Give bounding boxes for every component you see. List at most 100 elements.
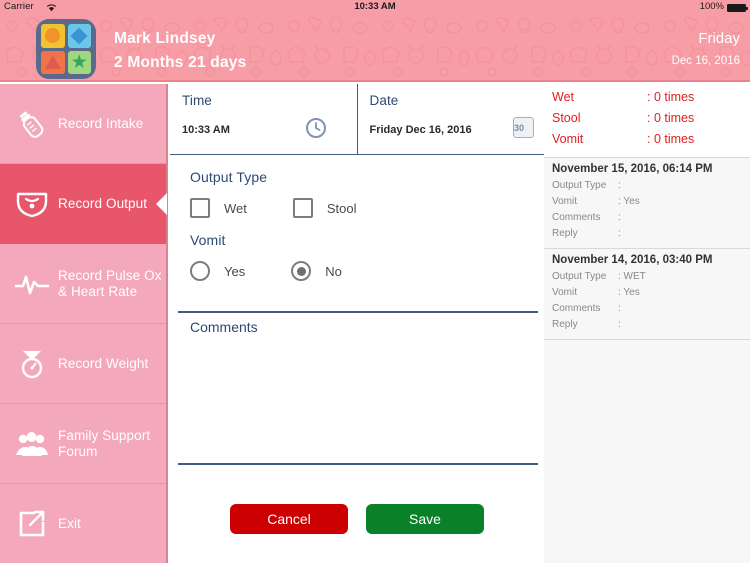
summary-value: : 0 times [647, 111, 695, 125]
history-field-value: : [618, 212, 621, 223]
output-type-label: Output Type [190, 169, 268, 185]
history-field-value: : [618, 180, 621, 191]
people-group-icon [12, 425, 52, 463]
logo-quadrant-star: ★ [67, 50, 91, 74]
sidebar-item-label: Family Support Forum [58, 427, 151, 459]
output-type-section: Output Type Wet Stool [170, 155, 544, 218]
history-field-comments: Comments : [552, 210, 742, 226]
calendar-day-number: 30 [514, 123, 525, 133]
sidebar-item-label: Record Intake [58, 115, 144, 131]
summary-key: Wet [552, 90, 574, 104]
clock-icon[interactable] [305, 117, 327, 139]
baby-name: Mark Lindsey [114, 30, 216, 47]
comments-bottom-divider [178, 463, 538, 465]
record-output-form: Time 10:33 AM Date Friday Dec 16, 2016 3… [170, 84, 544, 563]
vomit-label: Vomit [190, 232, 226, 248]
history-field-key: Output Type [552, 180, 607, 191]
history-entry[interactable]: November 15, 2016, 06:14 PM Output Type … [544, 158, 750, 248]
sidebar-item-record-output[interactable]: Record Output [0, 164, 167, 244]
form-actions: Cancel Save [170, 504, 544, 534]
history-divider [544, 339, 750, 340]
comments-top-divider [178, 311, 538, 313]
history-field-key: Reply [552, 228, 578, 239]
checkbox-option-stool[interactable]: Stool [292, 198, 357, 218]
history-field-key: Vomit [552, 287, 578, 298]
history-field-vomit: Vomit : Yes [552, 285, 742, 301]
history-entry[interactable]: November 14, 2016, 03:40 PM Output Type … [544, 249, 750, 339]
radio-option-no[interactable]: No [291, 261, 342, 281]
baby-bottle-icon [12, 105, 52, 143]
header-day-of-week: Friday [698, 30, 740, 47]
sidebar-item-record-pulse-ox-heart-rate[interactable]: Record Pulse Ox & Heart Rate [0, 244, 166, 324]
datetime-row: Time 10:33 AM Date Friday Dec 16, 2016 3… [170, 84, 544, 155]
status-bar: Carrier 10:33 AM 100% [0, 0, 750, 14]
vomit-yes-label: Yes [224, 263, 246, 279]
app-root: Carrier 10:33 AM 100% ★ Mark Lindsey 2 M… [0, 0, 750, 563]
battery-full-icon [727, 3, 748, 12]
history-field-comments: Comments : [552, 301, 742, 317]
date-field-group[interactable]: Date Friday Dec 16, 2016 30 [358, 84, 545, 154]
history-field-key: Vomit [552, 196, 578, 207]
comments-input[interactable] [190, 340, 530, 455]
logo-quadrant-diamond [67, 24, 91, 48]
wet-label: Wet [224, 200, 247, 216]
history-field-vomit: Vomit : Yes [552, 194, 742, 210]
summary-counts: Wet : 0 times Stool : 0 times Vomit : 0 … [544, 84, 750, 157]
logo-quadrant-triangle [41, 50, 65, 74]
weight-scale-icon [12, 345, 52, 383]
history-field-key: Reply [552, 319, 578, 330]
app-header: ★ Mark Lindsey 2 Months 21 days Friday D… [0, 14, 750, 82]
active-indicator-arrow-icon [156, 192, 167, 215]
history-field-value: : [618, 303, 621, 314]
cancel-button[interactable]: Cancel [230, 504, 348, 534]
sidebar-item-exit[interactable]: Exit [0, 484, 166, 563]
history-field-output-type: Output Type : [552, 178, 742, 194]
header-pattern-decoration [0, 14, 750, 82]
history-field-value: : Yes [618, 196, 640, 207]
date-label: Date [369, 93, 399, 108]
header-date: Dec 16, 2016 [671, 55, 740, 67]
app-logo-icon: ★ [36, 19, 96, 79]
header-divider [0, 80, 750, 82]
sidebar-item-label: Exit [58, 515, 81, 531]
vomit-no-label: No [325, 263, 342, 279]
status-clock: 10:33 AM [354, 1, 396, 12]
date-value: Friday Dec 16, 2016 [369, 124, 472, 136]
comments-label: Comments [190, 319, 258, 335]
time-field-group[interactable]: Time 10:33 AM [170, 84, 358, 154]
history-field-reply: Reply : [552, 317, 742, 333]
history-entry-date: November 15, 2016, 06:14 PM [552, 163, 713, 175]
stool-label: Stool [326, 200, 357, 216]
logo-quadrant-circle [41, 24, 65, 48]
sidebar-item-record-intake[interactable]: Record Intake [0, 84, 166, 164]
save-button[interactable]: Save [366, 504, 484, 534]
vomit-section: Vomit Yes No [170, 218, 544, 281]
calendar-icon[interactable]: 30 [513, 117, 534, 138]
stool-checkbox[interactable] [292, 198, 313, 218]
diaper-icon [12, 185, 52, 223]
summary-value: : 0 times [647, 90, 695, 104]
summary-value: : 0 times [647, 132, 695, 146]
checkbox-option-wet[interactable]: Wet [190, 198, 247, 218]
sidebar-item-record-weight[interactable]: Record Weight [0, 324, 166, 404]
history-field-reply: Reply : [552, 226, 742, 242]
history-field-value: : [618, 319, 621, 330]
output-type-options: Wet Stool [190, 198, 544, 218]
wet-checkbox[interactable] [190, 198, 210, 218]
radio-option-yes[interactable]: Yes [190, 261, 245, 281]
sidebar-item-label: Record Output [58, 195, 148, 211]
sidebar-item-label: Record Pulse Ox & Heart Rate [58, 267, 162, 299]
history-field-value: : WET [618, 271, 646, 282]
history-field-key: Comments [552, 303, 601, 314]
history-panel: Wet : 0 times Stool : 0 times Vomit : 0 … [544, 84, 750, 563]
sidebar: Record Intake Record Output Record Pulse… [0, 84, 168, 563]
history-entry-date: November 14, 2016, 03:40 PM [552, 254, 713, 266]
vomit-no-radio[interactable] [291, 261, 312, 281]
summary-row-vomit: Vomit : 0 times [552, 132, 742, 153]
sidebar-item-family-support-forum[interactable]: Family Support Forum [0, 404, 166, 484]
summary-key: Vomit [552, 132, 584, 146]
vomit-yes-radio[interactable] [190, 261, 210, 281]
exit-icon [12, 505, 52, 543]
summary-row-wet: Wet : 0 times [552, 90, 742, 111]
battery-percent: 100% [699, 1, 724, 12]
